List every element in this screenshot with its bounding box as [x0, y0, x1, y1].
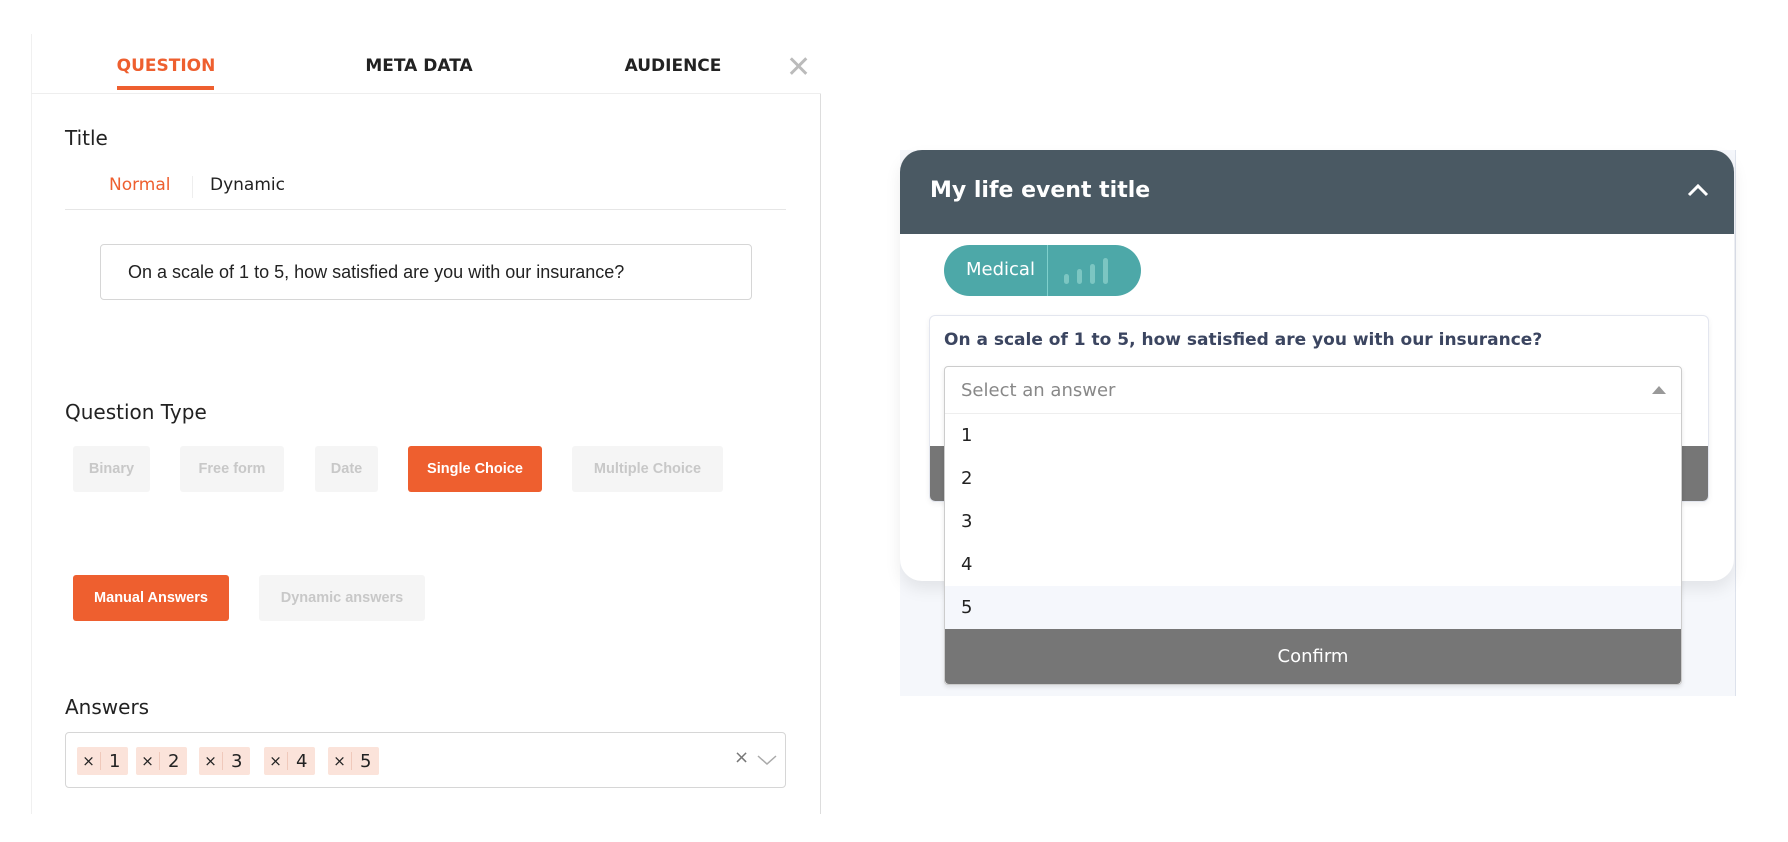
- chevron-up-icon[interactable]: [1686, 182, 1710, 198]
- type-single-choice-button[interactable]: Single Choice: [408, 446, 542, 492]
- close-icon[interactable]: ✕: [786, 50, 811, 85]
- active-tab-indicator: [117, 86, 214, 90]
- remove-icon[interactable]: ×: [77, 752, 101, 770]
- chevron-down-icon[interactable]: [756, 753, 778, 767]
- dropdown-option[interactable]: 1: [945, 414, 1681, 457]
- title-mode-dynamic[interactable]: Dynamic: [210, 175, 285, 195]
- answer-chip: × 3: [199, 747, 251, 775]
- tab-audience[interactable]: AUDIENCE: [625, 56, 722, 76]
- title-label: Title: [65, 126, 108, 150]
- chip-label: 1: [109, 750, 121, 772]
- remove-icon[interactable]: ×: [136, 752, 160, 770]
- caret-up-icon[interactable]: [1651, 384, 1667, 396]
- answer-chip: × 5: [328, 747, 380, 775]
- chip-label: 3: [231, 750, 243, 772]
- chip-label: 4: [296, 750, 308, 772]
- question-editor-panel: [31, 34, 821, 814]
- remove-icon[interactable]: ×: [199, 752, 223, 770]
- tab-divider: [31, 93, 821, 94]
- question-type-label: Question Type: [65, 400, 207, 424]
- question-text: On a scale of 1 to 5, how satisfied are …: [944, 330, 1543, 350]
- answer-chip: × 2: [136, 747, 188, 775]
- type-date-button[interactable]: Date: [315, 446, 378, 492]
- chip-label: 5: [360, 750, 372, 772]
- answer-chip: × 1: [77, 747, 129, 775]
- card-title: My life event title: [930, 178, 1151, 203]
- dynamic-answers-button[interactable]: Dynamic answers: [259, 575, 425, 621]
- dropdown-option[interactable]: 2: [945, 457, 1681, 500]
- tab-meta-data[interactable]: META DATA: [365, 56, 472, 76]
- answers-label: Answers: [65, 695, 150, 719]
- tab-question[interactable]: QUESTION: [117, 56, 216, 76]
- divider: [65, 209, 786, 210]
- title-input[interactable]: On a scale of 1 to 5, how satisfied are …: [100, 244, 752, 300]
- answer-chip: × 4: [264, 747, 316, 775]
- type-free-form-button[interactable]: Free form: [180, 446, 284, 492]
- clear-icon[interactable]: ×: [734, 747, 749, 768]
- dropdown-option-highlighted[interactable]: 5: [945, 586, 1681, 629]
- pill-divider: [1047, 245, 1048, 296]
- panel-border: [820, 93, 821, 814]
- type-binary-button[interactable]: Binary: [73, 446, 150, 492]
- type-multiple-choice-button[interactable]: Multiple Choice: [572, 446, 723, 492]
- manual-answers-button[interactable]: Manual Answers: [73, 575, 229, 621]
- mode-divider: [192, 176, 193, 198]
- confirm-button[interactable]: Confirm: [945, 629, 1681, 684]
- remove-icon[interactable]: ×: [328, 752, 352, 770]
- answer-select[interactable]: Select an answer: [945, 367, 1681, 414]
- dropdown-option[interactable]: 3: [945, 500, 1681, 543]
- category-label: Medical: [966, 259, 1035, 280]
- remove-icon[interactable]: ×: [264, 752, 288, 770]
- signal-bars-icon: [1064, 258, 1108, 284]
- dropdown-option[interactable]: 4: [945, 543, 1681, 586]
- chip-label: 2: [168, 750, 180, 772]
- title-mode-normal[interactable]: Normal: [109, 175, 171, 195]
